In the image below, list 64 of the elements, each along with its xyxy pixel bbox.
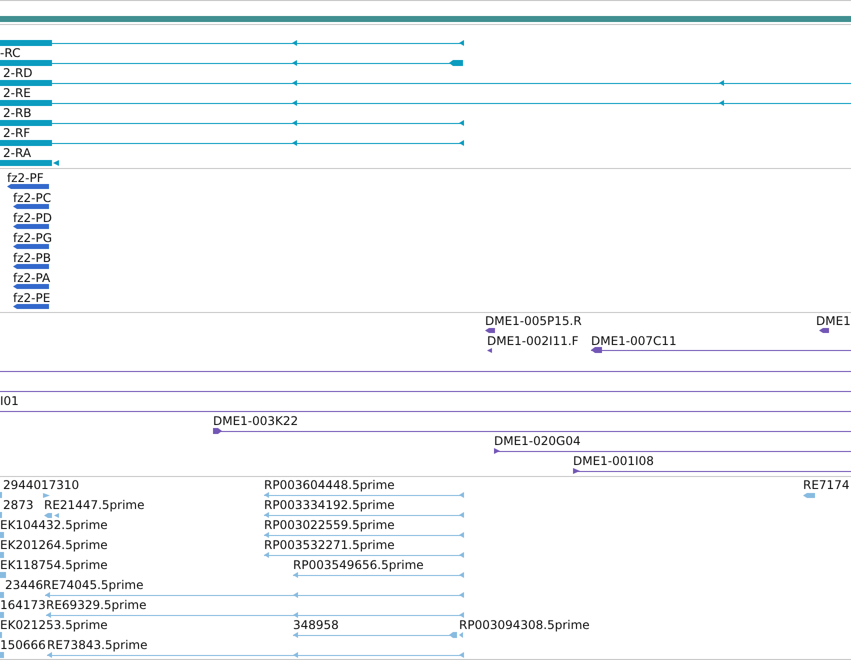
est-feature <box>803 493 815 498</box>
est-feature <box>0 652 4 658</box>
est-feature <box>459 632 463 638</box>
est-feature <box>0 592 4 598</box>
est-label: RP003334192.5prime <box>264 498 395 512</box>
clone-label: DME1-002I11.F <box>487 334 579 348</box>
est-label: 164173 <box>0 598 46 612</box>
est-label: RE69329.5prime <box>46 598 146 612</box>
est-label: RP003532271.5prime <box>264 538 395 552</box>
clone-label: DME1-020G04 <box>494 434 581 448</box>
est-label: EK201264.5prime <box>0 538 108 552</box>
est-label: 29440 <box>3 478 42 492</box>
protein-label: fz2-PD <box>13 211 52 225</box>
transcript-label: 2-RF <box>3 126 30 140</box>
est-label: RE21447.5prime <box>44 498 144 512</box>
protein-feature <box>7 184 49 189</box>
est-label: RE74045.5prime <box>43 578 144 592</box>
clone-label: DME1-003K22 <box>213 414 298 428</box>
protein-feature <box>13 224 49 229</box>
clone-label: DME1-007C11 <box>591 334 677 348</box>
est-label: RE73843.5prime <box>47 638 148 652</box>
clone-label: DME1-005P15.R <box>485 314 582 328</box>
est-label: 23446 <box>5 578 44 592</box>
est-label: EK104432.5prime <box>0 518 108 532</box>
transcript-label: 2-RB <box>3 106 32 120</box>
protein-label: fz2-PB <box>13 251 51 265</box>
est-label: RP003094308.5prime <box>459 618 590 632</box>
est-feature <box>0 572 6 578</box>
protein-label: fz2-PE <box>13 291 50 305</box>
clone-label: I01 <box>0 394 19 408</box>
protein-label: fz2-PF <box>7 171 44 185</box>
est-feature <box>0 552 4 558</box>
clone-feature <box>485 328 495 333</box>
est-label: RP003604448.5prime <box>264 478 395 492</box>
est-label: 2873 <box>3 498 34 512</box>
protein-label: fz2-PA <box>13 271 50 285</box>
transcript-feature <box>0 160 59 166</box>
est-label: 348958 <box>293 618 339 632</box>
est-label: RP003549656.5prime <box>293 558 424 572</box>
clone-feature <box>487 348 492 353</box>
clone-label: DME1-001I08 <box>573 454 654 468</box>
transcript-label: 2-RD <box>3 66 33 80</box>
est-feature <box>43 493 50 498</box>
clone-label: DME1 <box>816 314 851 328</box>
protein-feature <box>13 304 49 309</box>
protein-feature <box>13 204 49 209</box>
est-label: 17310 <box>41 478 80 492</box>
est-label: EK021253.5prime <box>0 618 108 632</box>
est-feature <box>44 513 59 518</box>
est-label: RE7174 <box>803 478 850 492</box>
protein-feature <box>13 264 49 269</box>
protein-feature <box>13 284 49 289</box>
transcript-label: 2-RE <box>3 86 31 100</box>
est-label: EK118754.5prime <box>0 558 108 572</box>
est-label: 150666 <box>0 638 46 652</box>
est-label: RP003022559.5prime <box>264 518 395 532</box>
est-feature <box>0 532 4 538</box>
transcript-label: -RC <box>0 46 20 60</box>
protein-label: fz2-PG <box>13 231 52 245</box>
protein-label: fz2-PC <box>13 191 52 205</box>
transcript-label: 2-RA <box>3 146 32 160</box>
clone-feature <box>819 328 829 333</box>
protein-feature <box>13 244 49 249</box>
est-feature <box>0 612 4 618</box>
